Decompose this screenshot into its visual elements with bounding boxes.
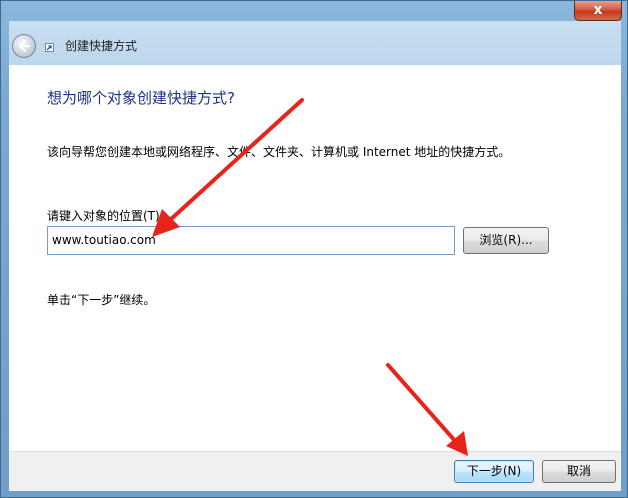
next-button[interactable]: 下一步(N) [454,460,534,483]
back-button[interactable] [12,34,36,58]
close-icon: x [593,2,603,18]
shortcut-icon [45,43,54,52]
page-heading: 想为哪个对象创建快捷方式? [47,89,235,107]
close-button[interactable]: x [574,1,622,21]
browse-button[interactable]: 浏览(R)... [463,227,549,254]
window-frame: x 创建快捷方式 想为哪个对象创建快捷方式? 该向导帮您创建本地或网络程序、文件… [0,0,628,498]
back-arrow-icon [18,39,31,53]
hint-text: 单击“下一步”继续。 [47,293,156,307]
description-text: 该向导帮您创建本地或网络程序、文件、文件夹、计算机或 Internet 地址的快… [47,145,511,159]
window-title: 创建快捷方式 [65,39,138,53]
cancel-button[interactable]: 取消 [542,460,616,483]
location-label: 请键入对象的位置(T): [47,209,164,223]
button-bar: 下一步(N) 取消 [9,451,621,491]
location-input[interactable]: www.toutiao.com [47,226,455,255]
wizard-content: 想为哪个对象创建快捷方式? 该向导帮您创建本地或网络程序、文件、文件夹、计算机或… [9,65,621,451]
title-bar: 创建快捷方式 [9,21,621,65]
